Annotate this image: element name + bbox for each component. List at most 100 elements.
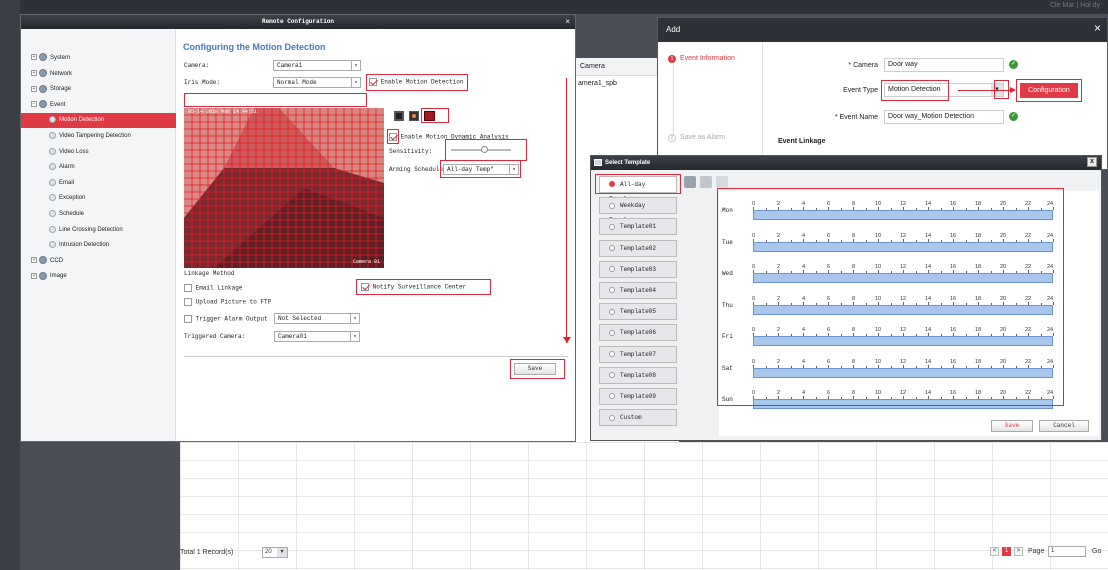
motion-grid[interactable] [184,108,384,268]
triggered-camera-select[interactable]: Camera01 ▾ [274,331,360,342]
tree-item[interactable]: + Storage [21,82,176,97]
arming-schedule-label: Arming Schedule [389,166,444,173]
radio-icon [609,266,615,273]
tree-item[interactable]: Video Loss [21,145,176,160]
clear-area-icon[interactable] [409,111,419,121]
expand-icon: + [31,54,37,61]
email-linkage-checkbox[interactable]: Email Linkage [184,284,242,292]
tree-item[interactable]: − Event [21,98,176,113]
tree-item[interactable]: Line Crossing Detection [21,223,176,238]
camera-field[interactable]: Door way [884,58,1004,72]
template-button[interactable]: Template08 [599,366,677,384]
template-button[interactable]: Weekday Template [599,197,677,224]
tree-item-label: Exception [59,195,86,202]
close-icon[interactable]: × [1094,21,1101,35]
trigger-alarm-checkbox[interactable]: Trigger Alarm Output [184,315,268,323]
template-button[interactable]: All-day Template [599,176,677,203]
step-save-as-alarm[interactable]: Save as Alarm [680,134,725,141]
sensitivity-label: Sensitivity: [389,148,433,155]
radio-icon [609,308,615,315]
prev-page-icon[interactable]: < [990,547,999,556]
tree-item[interactable]: Schedule [21,207,176,222]
page-input[interactable]: 1 [1048,546,1086,557]
folder-icon [49,147,56,155]
template-button[interactable]: Template06 [599,324,677,342]
check-icon: ✓ [1009,60,1018,69]
video-preview[interactable]: 05-14-2018 Mon 14:44:51 Camera 01 [184,108,384,268]
expand-icon: − [31,101,37,108]
chevron-down-icon: ▾ [351,61,360,70]
camera-select[interactable]: Camera1 ▾ [273,60,361,71]
folder-icon [49,163,56,171]
expand-icon: + [31,272,37,279]
add-event-panel: Add × 1 Event Information 2 Save as Alar… [657,17,1108,170]
dialog-title: Select Template [591,156,1101,170]
folder-icon [49,241,56,249]
trigger-alarm-select[interactable]: Not Selected ▾ [274,313,360,324]
tree-item[interactable]: Video Tampering Detection [21,129,176,144]
radio-icon [609,181,615,188]
tree-item-label: Video Tampering Detection [59,133,131,139]
tree-item-label: Motion Detection [59,117,105,124]
tree-item[interactable]: + Image [21,269,176,284]
close-icon[interactable]: x [1087,157,1097,167]
radio-icon [609,393,615,400]
cancel-button[interactable]: Cancel [1039,420,1089,432]
tree-item-label: CCD [50,257,63,264]
pager-controls: < 1 > Page 1 Go [990,546,1108,560]
folder-icon [39,256,47,265]
tree-item[interactable]: + CCD [21,254,176,269]
radio-icon [609,287,615,294]
upload-ftp-checkbox[interactable]: Upload Picture to FTP [184,298,271,306]
go-button[interactable]: Go [1092,548,1101,555]
template-button[interactable]: Template04 [599,282,677,299]
chevron-down-icon: ▾ [350,314,359,323]
template-button[interactable]: Template05 [599,303,677,321]
delete-icon[interactable] [700,176,712,188]
close-icon[interactable]: × [565,15,570,29]
tree-item-label: Schedule [59,211,85,217]
annotation-arrow [958,90,1010,91]
page-label: Page [1028,548,1045,555]
tree-item[interactable]: Alarm [21,160,176,175]
records-grid [180,442,1108,570]
tree-item-label: Video Loss [59,148,89,155]
tree-item-label: Intrusion Detection [59,242,110,249]
tree-item[interactable]: + System [21,51,176,66]
tree-item[interactable]: Email [21,176,176,191]
video-caption: Camera 01 [352,259,380,265]
folder-icon [49,178,56,186]
template-button[interactable]: Template07 [599,345,677,363]
tree-item[interactable]: Exception [21,191,176,206]
tree-item-label: Storage [50,86,72,93]
template-button[interactable]: Template03 [599,260,677,278]
total-records: Total 1 Record(s) [180,549,234,556]
step-2-icon: 2 [668,134,676,142]
radio-icon [609,351,615,358]
event-type-label: Event Type [843,87,878,94]
tree-item[interactable]: + Network [21,67,176,82]
folder-icon [39,69,47,78]
copy-icon[interactable] [716,176,728,188]
template-button[interactable]: Custom [599,409,677,427]
tree-item[interactable]: Intrusion Detection [21,238,176,253]
step-event-information[interactable]: Event Information [680,55,735,62]
template-button[interactable]: Template09 [599,388,677,405]
tree-item-label: Event [50,101,66,108]
tree-item[interactable]: Motion Detection [21,113,176,129]
user-area[interactable]: Cle Mar | Hol dy [1050,2,1100,9]
template-button[interactable]: Template01 [599,218,677,236]
tree-item-label: System [50,55,71,61]
draw-area-icon[interactable] [394,111,404,121]
next-page-icon[interactable]: > [1014,547,1023,556]
save-button[interactable]: Save [991,420,1033,432]
page-size-select[interactable]: 20 ▾ [262,547,288,558]
folder-icon [49,225,56,233]
event-name-field[interactable]: Door way_Motion Detection [884,110,1004,124]
window-icon [594,159,602,166]
current-page[interactable]: 1 [1002,547,1011,556]
template-button[interactable]: Template02 [599,239,677,257]
add-schedule-icon[interactable] [684,176,696,188]
pagination: Total 1 Record(s) 20 ▾ [180,547,288,558]
iris-mode-select[interactable]: Normal Mode ▾ [273,77,361,88]
